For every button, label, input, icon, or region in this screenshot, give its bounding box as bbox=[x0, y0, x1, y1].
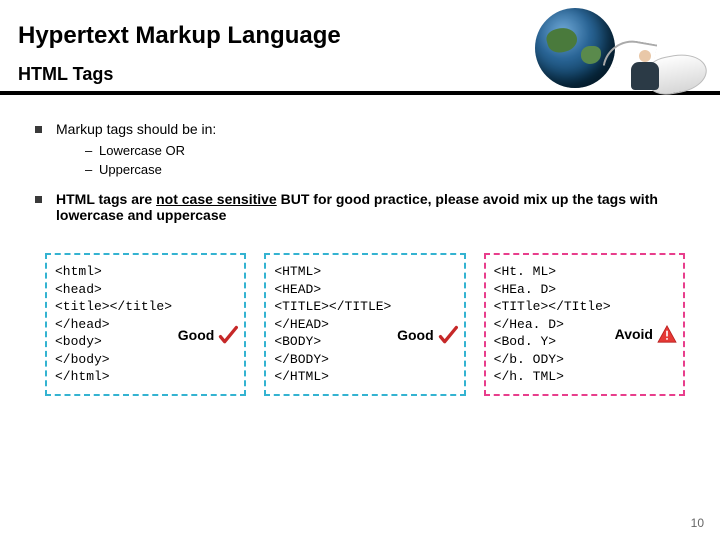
code-line: <title></title> bbox=[55, 298, 238, 316]
warning-icon bbox=[657, 325, 677, 343]
badge-label: Good bbox=[178, 326, 215, 345]
code-line: <TITLE></TITLE> bbox=[274, 298, 457, 316]
code-line: </b. ODY> bbox=[494, 351, 677, 369]
code-line: <TITle></TItle> bbox=[494, 298, 677, 316]
badge-label: Good bbox=[397, 326, 434, 345]
code-box-uppercase: <HTML> <HEAD> <TITLE></TITLE> </HEAD> <B… bbox=[264, 253, 465, 396]
sub-bullet-item: –Lowercase OR bbox=[85, 143, 695, 158]
badge: Good bbox=[178, 325, 239, 345]
square-bullet-icon bbox=[35, 126, 42, 133]
code-line: </BODY> bbox=[274, 351, 457, 369]
page-number: 10 bbox=[691, 516, 704, 530]
code-line: <head> bbox=[55, 281, 238, 299]
badge-label: Avoid bbox=[615, 325, 653, 344]
code-line: <HEAD> bbox=[274, 281, 457, 299]
code-box-mixed: <Ht. ML> <HEa. D> <TITle></TItle> </Hea.… bbox=[484, 253, 685, 396]
code-line: </HTML> bbox=[274, 368, 457, 386]
bullet-item: HTML tags are not case sensitive BUT for… bbox=[35, 191, 695, 223]
code-line: <Ht. ML> bbox=[494, 263, 677, 281]
bullet-item: Markup tags should be in: bbox=[35, 121, 695, 137]
badge: Good bbox=[397, 325, 458, 345]
badge: Avoid bbox=[615, 325, 677, 344]
checkmark-icon bbox=[218, 325, 238, 345]
code-line: </body> bbox=[55, 351, 238, 369]
slide-title: Hypertext Markup Language bbox=[18, 22, 720, 50]
slide-subtitle: HTML Tags bbox=[18, 64, 720, 85]
code-box-lowercase: <html> <head> <title></title> </head> <b… bbox=[45, 253, 246, 396]
code-line: </html> bbox=[55, 368, 238, 386]
code-line: <HEa. D> bbox=[494, 281, 677, 299]
code-examples-row: <html> <head> <title></title> </head> <b… bbox=[45, 253, 685, 396]
square-bullet-icon bbox=[35, 196, 42, 203]
code-line: <html> bbox=[55, 263, 238, 281]
bullet-text: HTML tags are not case sensitive BUT for… bbox=[56, 191, 695, 223]
sub-bullet-list: –Lowercase OR –Uppercase bbox=[85, 143, 695, 177]
bullet-text: Markup tags should be in: bbox=[56, 121, 216, 137]
code-line: </h. TML> bbox=[494, 368, 677, 386]
sub-bullet-item: –Uppercase bbox=[85, 162, 695, 177]
code-line: <HTML> bbox=[274, 263, 457, 281]
checkmark-icon bbox=[438, 325, 458, 345]
